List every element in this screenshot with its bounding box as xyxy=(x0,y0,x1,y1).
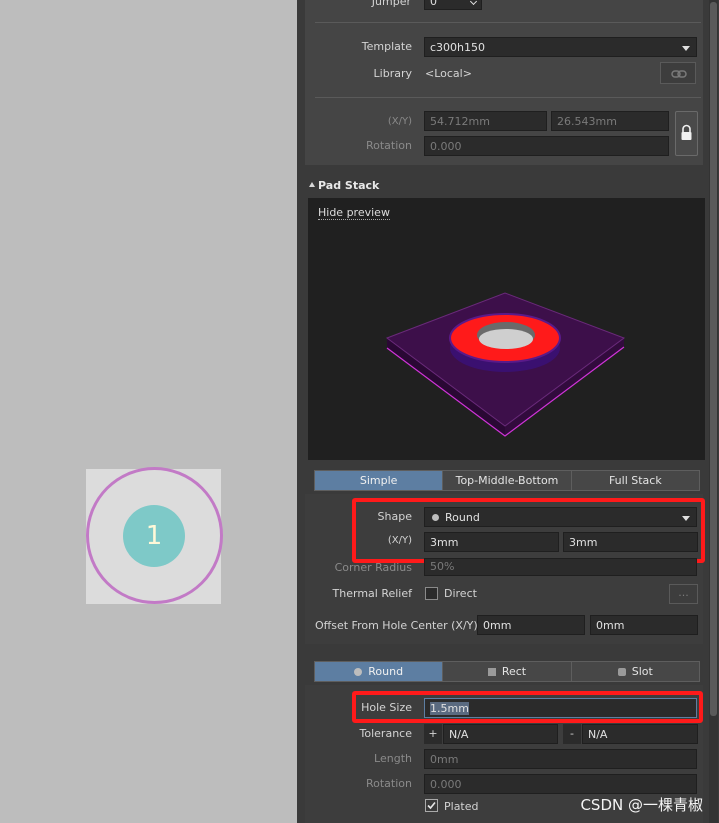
thermal-relief-checkbox[interactable] xyxy=(425,587,438,600)
corner-radius-label: Corner Radius xyxy=(334,561,412,574)
plated-checkbox[interactable] xyxy=(425,799,438,812)
tolerance-label: Tolerance xyxy=(359,727,412,740)
thermal-relief-label: Thermal Relief xyxy=(332,587,412,600)
watermark: CSDN @一棵青椒 xyxy=(580,796,703,814)
hole-rotation-input[interactable]: 0.000 xyxy=(424,774,697,794)
hole-length-input[interactable]: 0mm xyxy=(424,749,697,769)
offset-x-input[interactable]: 0mm xyxy=(477,615,585,635)
tab-top-middle-bottom[interactable]: Top-Middle-Bottom xyxy=(443,471,572,490)
hole-rotation-label: Rotation xyxy=(365,777,412,790)
checkmark-icon xyxy=(427,801,436,810)
pad-3d-preview[interactable]: Hide preview xyxy=(308,198,705,460)
tab-hole-round[interactable]: Round xyxy=(315,662,444,681)
lock-button[interactable] xyxy=(675,111,698,156)
template-select[interactable]: c300h150 xyxy=(424,37,697,57)
pcb-canvas[interactable] xyxy=(0,0,297,823)
corner-radius-input[interactable]: 50% xyxy=(424,558,697,576)
hole-shape-tabs: Round Rect Slot xyxy=(314,661,700,682)
location-y-input[interactable]: 26.543mm xyxy=(551,111,669,131)
location-xy-label: (X/Y) xyxy=(387,116,412,127)
lock-icon xyxy=(681,124,692,140)
jumper-label: Jumper xyxy=(371,0,411,8)
pad-number: 1 xyxy=(123,505,185,567)
jumper-select[interactable]: 0 xyxy=(424,0,482,10)
separator xyxy=(315,22,701,23)
annotation-highlight-hole-size xyxy=(352,691,703,723)
tolerance-minus-sign: - xyxy=(563,724,581,744)
rect-hole-icon xyxy=(487,667,496,676)
dropdown-arrow-icon xyxy=(682,46,690,51)
properties-panel: Jumper 0 Template c300h150 Library <Loca… xyxy=(297,0,719,823)
library-link-button[interactable] xyxy=(660,62,696,84)
library-value: <Local> xyxy=(425,67,472,80)
offset-y-input[interactable]: 0mm xyxy=(590,615,698,635)
pad-3d-render xyxy=(385,292,626,437)
tolerance-plus-input[interactable]: N/A xyxy=(443,724,558,744)
separator xyxy=(315,97,701,98)
library-label: Library xyxy=(373,67,412,80)
slot-hole-icon xyxy=(617,667,626,676)
round-hole-icon xyxy=(354,667,363,676)
location-rotation-input[interactable]: 0.000 xyxy=(424,136,669,156)
thermal-relief-value: Direct xyxy=(444,587,477,600)
panel-scrollbar-thumb[interactable] xyxy=(710,2,717,716)
tolerance-plus-sign: + xyxy=(424,724,442,744)
chevron-down-icon xyxy=(469,0,478,6)
thermal-relief-settings-button[interactable]: ... xyxy=(669,584,698,604)
tab-hole-slot[interactable]: Slot xyxy=(571,662,699,681)
tab-hole-rect[interactable]: Rect xyxy=(443,662,572,681)
tab-full-stack[interactable]: Full Stack xyxy=(571,471,699,490)
offset-label: Offset From Hole Center (X/Y) xyxy=(315,619,478,632)
location-rotation-label: Rotation xyxy=(365,139,412,152)
pad-stack-title[interactable]: Pad Stack xyxy=(318,179,379,192)
location-x-input[interactable]: 54.712mm xyxy=(424,111,547,131)
plated-label: Plated xyxy=(444,800,479,813)
template-label: Template xyxy=(361,40,412,53)
hole-length-label: Length xyxy=(374,752,412,765)
annotation-highlight-shape xyxy=(352,498,705,563)
tolerance-minus-input[interactable]: N/A xyxy=(582,724,698,744)
tab-simple[interactable]: Simple xyxy=(315,471,444,490)
pad-stack-mode-tabs: Simple Top-Middle-Bottom Full Stack xyxy=(314,470,700,491)
link-icon xyxy=(671,70,687,78)
collapse-triangle-icon[interactable] xyxy=(309,182,315,187)
